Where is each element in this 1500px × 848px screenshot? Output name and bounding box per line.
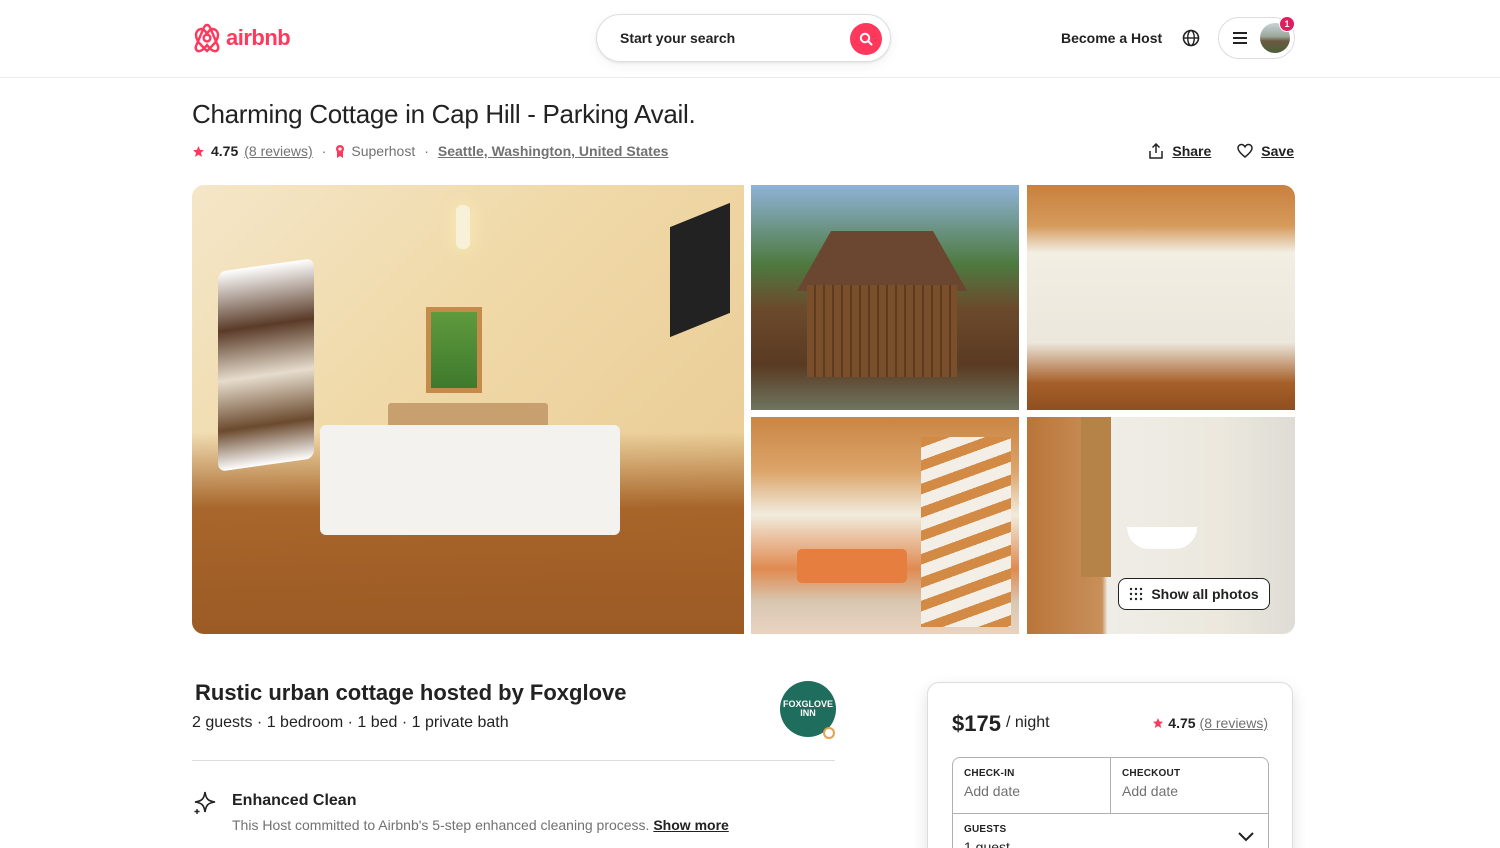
divider — [192, 760, 835, 761]
photo-bedroom[interactable] — [192, 185, 744, 634]
separator: · — [321, 143, 327, 159]
chevron-down-icon — [1238, 832, 1254, 842]
tv — [670, 202, 730, 338]
search-placeholder: Start your search — [620, 30, 736, 46]
airbnb-logo-icon — [194, 23, 220, 53]
search-bar[interactable]: Start your search — [596, 14, 891, 62]
show-more-link[interactable]: Show more — [653, 817, 728, 833]
guests-field[interactable]: GUESTS 1 guest — [953, 813, 1268, 848]
card-rating: 4.75 (8 reviews) — [1152, 715, 1268, 731]
heart-icon — [1237, 143, 1254, 158]
reviews-link[interactable]: (8 reviews) — [244, 143, 312, 159]
guests-label: GUESTS — [964, 824, 1007, 835]
staircase — [921, 437, 1011, 627]
feature-description: This Host committed to Airbnb's 5-step e… — [232, 817, 729, 833]
card-rating-value: 4.75 — [1168, 715, 1196, 731]
show-all-photos-label: Show all photos — [1151, 586, 1259, 602]
superhost-label: Superhost — [351, 143, 416, 159]
save-button[interactable]: Save — [1237, 143, 1294, 159]
checkin-field[interactable]: CHECK-IN Add date — [953, 758, 1110, 813]
logo-text: airbnb — [226, 25, 291, 50]
star-icon — [193, 145, 204, 157]
separator: · — [424, 143, 429, 159]
host-avatar-logo: FOXGLOVE INN — [782, 698, 833, 718]
notification-badge: 1 — [1279, 16, 1295, 32]
top-nav: airbnb Start your search Become a Host 1 — [0, 0, 1500, 78]
date-row: CHECK-IN Add date CHECKOUT Add date — [953, 758, 1268, 813]
checkout-value: Add date — [1122, 783, 1179, 799]
search-icon — [859, 32, 873, 46]
share-button[interactable]: Share — [1148, 143, 1211, 159]
feature-desc-text: This Host committed to Airbnb's 5-step e… — [232, 817, 650, 833]
globe-icon[interactable] — [1181, 28, 1201, 48]
superhost-badge — [823, 727, 835, 739]
bed — [320, 425, 620, 535]
checkout-label: CHECKOUT — [1122, 768, 1181, 779]
location-link[interactable]: Seattle, Washington, United States — [438, 143, 669, 159]
booking-fields: CHECK-IN Add date CHECKOUT Add date GUES… — [952, 757, 1269, 848]
share-icon — [1149, 143, 1164, 159]
photo-kitchen[interactable] — [1027, 185, 1295, 410]
rating-value: 4.75 — [211, 143, 239, 159]
menu-icon — [1233, 32, 1247, 44]
nightly-price: $175 — [952, 711, 1001, 736]
wall-rug — [218, 258, 314, 472]
sparkle-icon — [194, 791, 216, 814]
ceiling-lamp — [456, 205, 470, 249]
sink — [1127, 527, 1197, 549]
star-icon — [1153, 718, 1164, 728]
checkout-field[interactable]: CHECKOUT Add date — [1110, 758, 1268, 813]
sofa — [797, 549, 907, 583]
checkin-value: Add date — [964, 783, 1021, 799]
become-host-link[interactable]: Become a Host — [1061, 30, 1162, 46]
share-label: Share — [1172, 143, 1212, 159]
search-button[interactable] — [850, 23, 882, 55]
show-all-photos-button[interactable]: Show all photos — [1118, 578, 1270, 610]
feature-title: Enhanced Clean — [232, 792, 357, 809]
airbnb-logo[interactable]: airbnb — [192, 22, 291, 54]
price-unit: / night — [1006, 714, 1050, 731]
cottage-roof — [797, 231, 967, 291]
checkin-label: CHECK-IN — [964, 768, 1015, 779]
listing-summary: 2 guests · 1 bedroom · 1 bed · 1 private… — [192, 714, 509, 731]
superhost-icon — [336, 145, 345, 158]
photo-exterior[interactable] — [751, 185, 1019, 410]
photo-gallery: Show all photos — [192, 185, 1295, 634]
grid-icon — [1130, 587, 1143, 601]
guests-value: 1 guest — [964, 839, 1010, 848]
mirror-frame — [1081, 417, 1111, 577]
card-reviews-link[interactable]: (8 reviews) — [1200, 715, 1268, 731]
cottage-body — [807, 285, 957, 377]
window — [426, 307, 482, 393]
save-label: Save — [1261, 143, 1294, 159]
listing-title: Charming Cottage in Cap Hill - Parking A… — [192, 99, 696, 129]
photo-living-room[interactable] — [751, 417, 1019, 634]
listing-meta: 4.75 (8 reviews) · Superhost · Seattle, … — [192, 143, 668, 159]
booking-card: $175 / night 4.75 (8 reviews) CHECK-IN A… — [927, 682, 1293, 848]
listing-actions: Share Save — [1148, 143, 1294, 159]
listing-heading: Rustic urban cottage hosted by Foxglove — [195, 680, 627, 705]
